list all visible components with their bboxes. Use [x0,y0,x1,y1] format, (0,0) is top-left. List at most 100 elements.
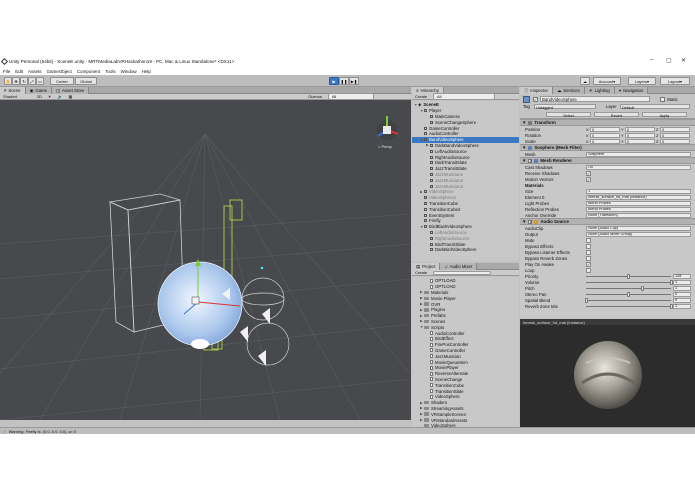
slider-track[interactable] [586,286,671,291]
property-field[interactable]: None (Audio Mixer Group) [586,231,691,237]
tab-services[interactable]: ☁ Services [552,87,585,94]
slider-value-field[interactable]: 0 [673,297,691,303]
band-video-sphere[interactable] [157,261,243,347]
slider-track[interactable] [586,274,671,279]
static-checkbox[interactable] [660,97,665,102]
move-tool-button[interactable]: ✥ [12,77,20,85]
tab-project[interactable]: ▤ Project [412,263,441,270]
transform-z-field[interactable]: 0 [660,138,690,144]
tab-asset-store[interactable]: ◫ Asset Store [52,87,90,94]
menu-gameobject[interactable]: GameObject [47,69,72,74]
scene-search-input[interactable]: All [327,93,374,100]
layout-dropdown[interactable]: Layout ▾ [660,77,690,85]
project-search-input[interactable] [433,270,492,275]
property-checkbox[interactable]: ✓ [586,170,591,176]
slider-value-field[interactable]: 1 [673,285,691,291]
transform-y-field[interactable]: 0 [625,126,655,132]
slider-track[interactable] [586,280,673,285]
tab-lighting[interactable]: ☀ Lighting [584,87,615,94]
menu-window[interactable]: Window [121,69,137,74]
menu-tools[interactable]: Tools [105,69,116,74]
property-field[interactable]: Inmrsk_surface_hd_mat (Instance) [586,194,691,200]
property-field[interactable]: None (Transform) [586,212,691,218]
menu-component[interactable]: Component [77,69,100,74]
prefab-apply-button[interactable]: Apply [642,112,687,118]
hierarchy-search-input[interactable]: All [433,93,496,100]
step-button[interactable]: ▶❚ [349,77,359,85]
rotate-tool-button[interactable]: ↻ [20,77,28,85]
mesh-renderer-component-header[interactable]: ▼ ✓ Mesh Renderer [520,157,695,164]
property-checkbox[interactable] [586,243,591,249]
tab-game[interactable]: ◉ Game [25,87,53,94]
property-field[interactable]: Blend Probes [586,200,691,206]
prefab-revert-button[interactable]: Revert [594,112,639,118]
transform-x-field[interactable]: 0 [590,132,620,138]
slider-track[interactable] [586,304,673,309]
transform-x-field[interactable]: 0 [590,126,620,132]
scale-tool-button[interactable]: ⤢ [28,77,36,85]
hierarchy-create-button[interactable]: Create [415,94,427,99]
property-checkbox[interactable]: ✓ [586,176,591,182]
pivot-toggle-button[interactable]: Center [50,77,74,85]
mesh-field[interactable]: Sosphere [586,151,691,157]
menu-edit[interactable]: Edit [15,69,23,74]
close-icon[interactable]: ✕ [681,57,686,64]
transform-component-header[interactable]: ▼ Transform [520,119,695,126]
slider-value-field[interactable]: 1 [673,279,691,285]
collab-cloud-icon[interactable]: ☁ [580,77,590,85]
layers-dropdown[interactable]: Layers ▾ [628,77,656,85]
property-checkbox[interactable] [586,237,591,243]
property-field[interactable]: Blend Probes [586,206,691,212]
audio-source-component-header[interactable]: ▼ ✓ Audio Source [520,218,695,225]
slider-value-field[interactable]: 128 [673,273,691,279]
maximize-icon[interactable]: ▢ [666,57,672,64]
transform-y-field[interactable]: 0 [625,132,655,138]
active-checkbox[interactable]: ✓ [533,97,538,102]
pause-button[interactable]: ❚❚ [339,77,349,85]
component-enabled-checkbox[interactable]: ✓ [528,219,533,224]
property-checkbox[interactable] [586,255,591,261]
tab-inspector[interactable]: ⓘ Inspector [520,87,553,94]
tag-dropdown[interactable]: Untagged [534,104,596,110]
tab-navigation[interactable]: ⌖ Navigation [614,87,649,94]
slider-track[interactable] [586,292,671,297]
scene-viewport[interactable]: < Persp [0,94,411,420]
property-checkbox[interactable] [586,267,591,273]
project-create-button[interactable]: Create [415,270,427,275]
tab-scene[interactable]: # Scene [0,87,26,94]
property-field[interactable]: On [586,164,691,170]
menu-assets[interactable]: Assets [28,69,42,74]
property-checkbox[interactable]: ✓ [586,261,591,267]
lighting-toggle-icon[interactable]: ☀ [48,94,52,99]
slider-value-field[interactable]: 1 [673,303,691,309]
space-toggle-button[interactable]: Global [75,77,97,85]
play-button[interactable]: ▶ [329,77,339,85]
2d-toggle[interactable]: 2D [37,94,42,99]
mesh-filter-component-header[interactable]: ▼ Sosphere (Mesh Filter) [520,144,695,151]
transform-z-field[interactable]: 0 [660,132,690,138]
transform-x-field[interactable]: 0 [590,138,620,144]
menu-file[interactable]: File [3,69,10,74]
account-dropdown[interactable]: Account ▾ [593,77,621,85]
hierarchy-item[interactable]: DarkBirdVideoSphere [412,247,519,253]
rect-tool-button[interactable]: ▭ [36,77,44,85]
audio-toggle-icon[interactable]: 🔈 [58,94,63,99]
menu-help[interactable]: Help [142,69,151,74]
perspective-label[interactable]: < Persp [378,144,392,149]
transform-y-field[interactable]: 0 [625,138,655,144]
object-name-field[interactable]: BandVideoSphere [540,96,650,102]
component-enabled-checkbox[interactable]: ✓ [528,158,533,163]
gizmos-dropdown[interactable]: Gizmos [308,94,322,99]
slider-value-field[interactable]: 0 [673,291,691,297]
tab-audio-mixer[interactable]: ♫ Audio Mixer [440,263,478,270]
property-checkbox[interactable] [586,249,591,255]
effects-toggle-icon[interactable]: ▦ [69,94,73,99]
minimize-icon[interactable]: – [650,57,653,63]
prefab-select-button[interactable]: Select [546,112,591,118]
property-field[interactable]: None (Audio Clip) [586,225,691,231]
hand-tool-button[interactable]: ✋ [4,77,12,85]
scene-render[interactable] [0,94,411,420]
status-message[interactable]: Warning: Firefly is: (0.0, 0.0, 0.0), w:… [9,429,76,434]
slider-track[interactable] [584,298,671,303]
layer-dropdown[interactable]: Default [620,104,690,110]
